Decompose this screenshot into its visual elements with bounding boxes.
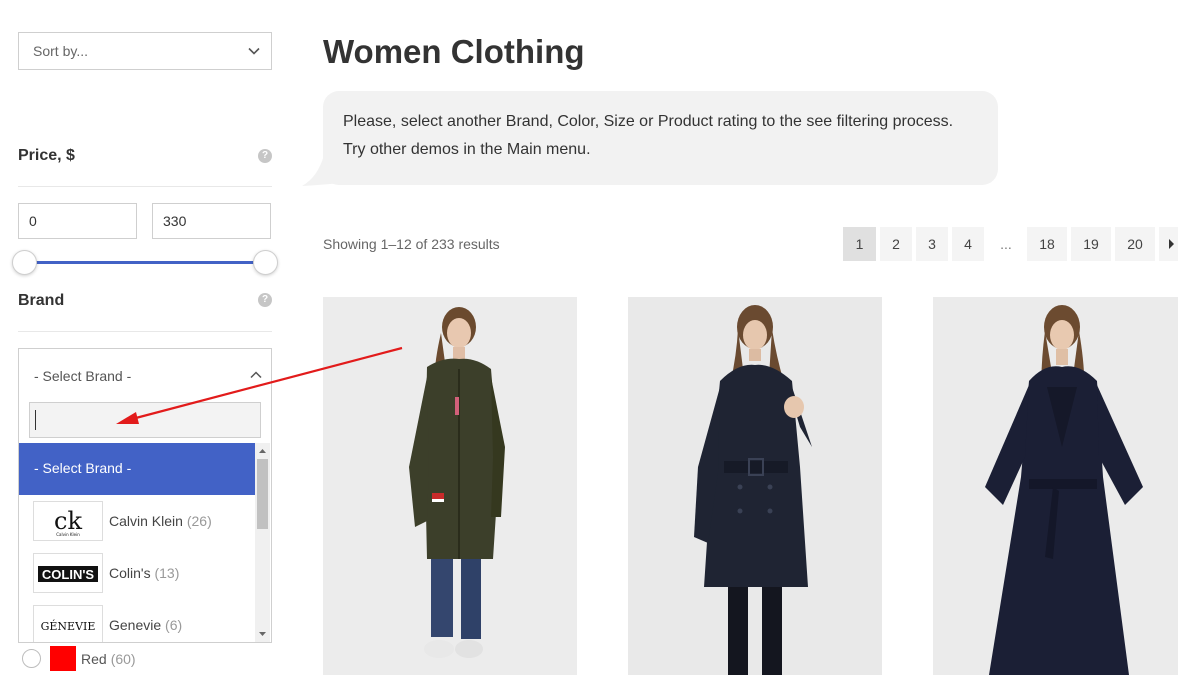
price-slider-track[interactable] — [24, 261, 266, 264]
product-card-navy-wrap-coat[interactable] — [933, 297, 1178, 675]
price-slider-min-handle[interactable] — [12, 250, 37, 275]
caret-right-icon — [1169, 239, 1174, 249]
page-19-button[interactable]: 19 — [1071, 227, 1111, 261]
scrollbar-thumb[interactable] — [257, 459, 268, 529]
brand-select[interactable]: - Select Brand - - Select Brand - ck Cal… — [18, 348, 272, 643]
calvin-klein-logo: ck Calvin Klein — [33, 501, 103, 541]
brand-option-count: (13) — [154, 565, 180, 581]
page-3-button[interactable]: 3 — [916, 227, 948, 261]
brand-option-calvin-klein[interactable]: ck Calvin Klein Calvin Klein (26) — [19, 495, 255, 547]
svg-text:GÉNEVIE: GÉNEVIE — [41, 619, 96, 633]
brand-filter-title: Brand — [18, 292, 65, 309]
page-1-button[interactable]: 1 — [843, 227, 876, 261]
sort-by-label: Sort by... — [33, 43, 88, 59]
brand-option-select-brand[interactable]: - Select Brand - — [19, 443, 255, 495]
price-divider — [18, 186, 272, 187]
brand-option-count: (6) — [165, 617, 183, 633]
colins-logo: COLIN'S — [33, 553, 103, 593]
price-filter-title: Price, $ — [18, 147, 75, 164]
page-title: Women Clothing — [323, 33, 585, 70]
page-2-button[interactable]: 2 — [880, 227, 912, 261]
color-swatch-red — [50, 646, 76, 671]
chevron-up-icon — [250, 371, 262, 379]
color-radio[interactable] — [22, 649, 41, 668]
svg-text:ck: ck — [54, 507, 82, 535]
brand-option-count: (26) — [186, 513, 212, 529]
genevie-logo: GÉNEVIE — [33, 605, 103, 642]
scroll-up-icon[interactable] — [255, 445, 270, 457]
svg-text:COLIN'S: COLIN'S — [42, 567, 95, 582]
next-page-button[interactable] — [1159, 227, 1178, 261]
brand-divider — [18, 331, 272, 332]
brand-search-input[interactable] — [29, 402, 261, 438]
price-slider-max-handle[interactable] — [253, 250, 278, 275]
product-card-navy-trench[interactable] — [628, 297, 882, 675]
chevron-down-icon — [248, 47, 260, 55]
scroll-down-icon[interactable] — [255, 628, 270, 640]
text-caret — [35, 410, 36, 430]
brand-selected-value: - Select Brand - — [34, 368, 132, 384]
result-count: Showing 1–12 of 233 results — [323, 236, 500, 252]
pagination-ellipsis: ... — [1000, 236, 1012, 252]
brand-option-colins[interactable]: COLIN'S Colin's (13) — [19, 547, 255, 599]
product-image — [933, 297, 1178, 675]
brand-help-icon[interactable]: ? — [258, 293, 272, 307]
price-max-input[interactable]: 330 — [152, 203, 271, 239]
brand-list-scrollbar[interactable] — [255, 443, 270, 642]
page-20-button[interactable]: 20 — [1115, 227, 1155, 261]
filter-notice: Please, select another Brand, Color, Siz… — [323, 91, 998, 185]
color-name: Red — [81, 651, 107, 667]
product-image — [628, 297, 882, 675]
brand-option-label: Calvin Klein — [109, 513, 183, 529]
brand-options-list: - Select Brand - ck Calvin Klein Calvin … — [19, 443, 255, 642]
brand-option-label: Genevie — [109, 617, 162, 633]
brand-option-label: Colin's — [109, 565, 151, 581]
notice-line-2: Try other demos in the Main menu. — [343, 141, 591, 158]
page-18-button[interactable]: 18 — [1027, 227, 1067, 261]
product-card-olive-parka[interactable] — [323, 297, 577, 675]
price-min-input[interactable]: 0 — [18, 203, 137, 239]
page-4-button[interactable]: 4 — [952, 227, 984, 261]
brand-option-genevie[interactable]: GÉNEVIE Genevie (6) — [19, 599, 255, 642]
price-help-icon[interactable]: ? — [258, 149, 272, 163]
svg-text:Calvin Klein: Calvin Klein — [56, 532, 80, 537]
notice-line-1: Please, select another Brand, Color, Siz… — [343, 113, 954, 130]
product-image — [323, 297, 577, 675]
sort-by-select[interactable]: Sort by... — [18, 32, 272, 70]
color-count: (60) — [110, 651, 136, 667]
